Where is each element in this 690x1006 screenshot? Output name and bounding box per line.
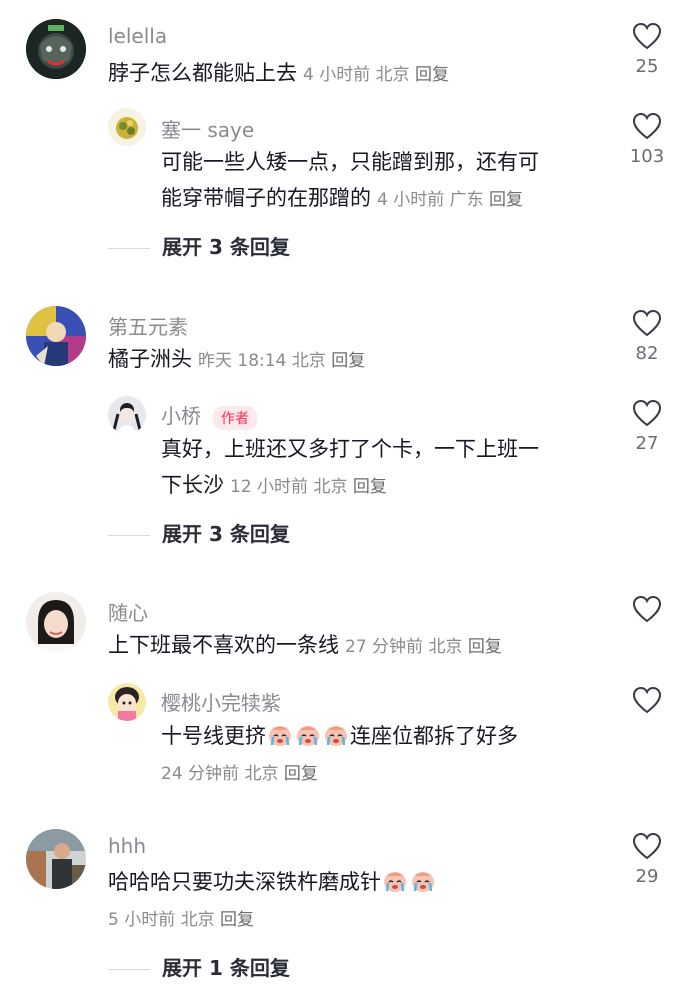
comment-text: 橘子洲头 昨天 18:14 北京 回复 [108,341,365,379]
comment-username[interactable]: lelella [108,24,167,48]
divider [108,535,150,536]
reply-body-line: 下长沙 [161,473,224,497]
like-button[interactable]: 82 [617,309,677,364]
comment-text: 上下班最不喜欢的一条线 27 分钟前 北京 回复 [108,627,502,665]
reply-text: 十号线更挤 连座位都拆了好多 24 分钟前 北京 回复 [161,718,601,792]
reply-body-line: 可能一些人矮一点，只能蹭到那，还有可 [161,150,539,174]
like-count: 103 [629,146,665,167]
reply-time: 24 分钟前 [161,764,240,784]
like-button[interactable] [617,595,677,623]
reply-username[interactable]: 塞一 saye [161,114,254,143]
crying-emoji-icon [325,726,347,746]
comment-username[interactable]: 随心 [108,597,148,626]
reply-body-line: 真好，上班还又多打了个卡，一下上班一 [161,437,539,461]
heart-outline-icon [632,686,662,714]
heart-outline-icon [632,112,662,140]
like-button[interactable]: 103 [617,112,677,167]
heart-outline-icon [632,832,662,860]
avatar[interactable] [108,683,146,721]
reply-body: 连座位都拆了好多 [350,724,518,748]
comment-body: 上下班最不喜欢的一条线 [108,633,339,657]
avatar[interactable] [108,396,146,434]
reply-username-text[interactable]: 小桥 [161,404,201,428]
expand-replies-button[interactable]: 展开 3 条回复 [108,231,290,260]
reply-time: 12 小时前 [230,477,309,497]
reply-location: 北京 [244,764,279,784]
expand-replies-label: 展开 3 条回复 [162,235,290,259]
crying-emoji-icon [384,872,406,892]
comment-body: 橘子洲头 [108,347,192,371]
like-count: 27 [635,433,659,454]
like-button[interactable]: 29 [617,832,677,887]
comment-text: 哈哈哈只要功夫深铁杵磨成针 5 小时前 北京 回复 [108,864,588,938]
avatar[interactable] [26,306,86,366]
reply-button[interactable]: 回复 [415,65,449,85]
like-button[interactable]: 27 [617,399,677,454]
reply-location: 广东 [449,190,484,210]
like-button[interactable]: 25 [617,22,677,77]
comment-time: 昨天 18:14 [198,351,287,371]
reply-button[interactable]: 回复 [468,637,502,657]
heart-outline-icon [632,595,662,623]
reply-button[interactable]: 回复 [284,764,318,784]
expand-replies-label: 展开 1 条回复 [162,956,290,980]
reply-body: 十号线更挤 [161,724,266,748]
reply-button[interactable]: 回复 [220,910,254,930]
comment-body: 哈哈哈只要功夫深铁杵磨成针 [108,870,381,894]
avatar[interactable] [26,592,86,652]
divider [108,248,150,249]
crying-emoji-icon [412,872,434,892]
expand-replies-button[interactable]: 展开 1 条回复 [108,952,290,981]
like-count: 25 [635,56,659,77]
comment-username[interactable]: 第五元素 [108,311,188,340]
comment-time: 27 分钟前 [345,637,424,657]
reply-text: 可能一些人矮一点，只能蹭到那，还有可 能穿带帽子的在那蹭的 4 小时前 广东 回复 [161,144,601,218]
comment-body: 脖子怎么都能贴上去 [108,61,297,85]
reply-button[interactable]: 回复 [489,190,523,210]
reply-username[interactable]: 樱桃小完犊紫 [161,687,281,716]
comment-username[interactable]: hhh [108,834,146,858]
reply-body-line: 能穿带帽子的在那蹭的 [161,186,371,210]
reply-username: 小桥 作者 [161,400,257,430]
reply-button[interactable]: 回复 [331,351,365,371]
comment-location: 北京 [375,65,410,85]
comment-location: 北京 [180,910,215,930]
comment-time: 4 小时前 [303,65,371,85]
reply-button[interactable]: 回复 [353,477,387,497]
comment-time: 5 小时前 [108,910,176,930]
heart-outline-icon [632,309,662,337]
comment-location: 北京 [428,637,463,657]
author-badge: 作者 [213,405,257,430]
expand-replies-label: 展开 3 条回复 [162,522,290,546]
avatar[interactable] [108,108,146,146]
like-count: 82 [635,343,659,364]
comment-text: 脖子怎么都能贴上去 4 小时前 北京 回复 [108,55,449,93]
like-count: 29 [635,866,659,887]
like-button[interactable] [617,686,677,714]
divider [108,969,150,970]
comment-location: 北京 [291,351,326,371]
crying-emoji-icon [269,726,291,746]
reply-location: 北京 [313,477,348,497]
expand-replies-button[interactable]: 展开 3 条回复 [108,518,290,547]
heart-outline-icon [632,22,662,50]
reply-time: 4 小时前 [377,190,445,210]
avatar[interactable] [26,19,86,79]
heart-outline-icon [632,399,662,427]
avatar[interactable] [26,829,86,889]
crying-emoji-icon [297,726,319,746]
reply-text: 真好，上班还又多打了个卡，一下上班一 下长沙 12 小时前 北京 回复 [161,431,601,505]
